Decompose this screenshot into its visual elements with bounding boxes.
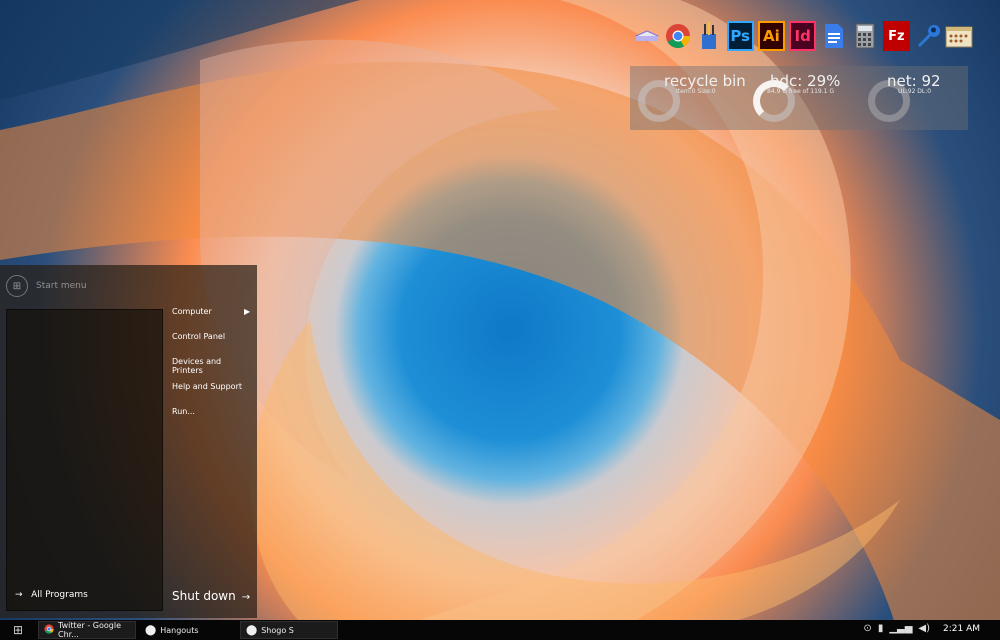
start-menu-links: Computer ▶ Control Panel Devices and Pri… — [172, 307, 252, 432]
start-link-label: Run... — [172, 407, 195, 416]
taskbar-item-hangouts[interactable]: ⬤ Hangouts — [140, 621, 238, 639]
taskbar: ⊞ Twitter - Google Chr... ⬤ Hangouts ⬤ S… — [0, 620, 1000, 640]
wrench-icon[interactable] — [914, 21, 941, 51]
start-link-label: Devices and Printers — [172, 357, 222, 375]
start-link-run[interactable]: Run... — [172, 407, 252, 432]
recycle-bin-widget[interactable]: recycle bin Item:0 Size:0 — [630, 66, 746, 130]
system-tray: ⊙ ▮ ▁▃▅ ◀) — [863, 623, 930, 634]
hdc-widget: hdc: 29% 84.9 G free of 119.1 G — [745, 66, 857, 130]
start-button[interactable]: ⊞ — [10, 622, 26, 638]
system-monitor-widgets: recycle bin Item:0 Size:0 hdc: 29% 84.9 … — [630, 66, 968, 130]
taskbar-item-label: Hangouts — [160, 625, 199, 635]
signal-icon[interactable]: ▁▃▅ — [889, 623, 912, 634]
taskbar-clock[interactable]: 2:21 AM — [943, 624, 980, 634]
indesign-icon[interactable]: Id — [789, 21, 817, 51]
shutdown-arrow-icon[interactable]: → — [242, 592, 250, 603]
hangouts-icon: ⬤ — [145, 624, 157, 636]
taskbar-item-label: Twitter - Google Chr... — [58, 621, 121, 639]
windows-logo-icon: ⊞ — [6, 275, 28, 297]
start-link-control-panel[interactable]: Control Panel — [172, 332, 252, 357]
chrome-icon — [44, 623, 54, 637]
recycle-bin-details: Item:0 Size:0 — [676, 88, 716, 95]
taskbar-item-shogo[interactable]: ⬤ Shogo S — [240, 621, 338, 639]
net-widget: net: 92 UL:92 DL:0 — [860, 66, 972, 130]
start-link-label: Control Panel — [172, 332, 226, 341]
start-link-help-support[interactable]: Help and Support — [172, 382, 252, 407]
desktop-icon-bar: Ps Ai Id Fz — [633, 18, 973, 54]
hangouts-icon: ⬤ — [246, 624, 258, 636]
taskbar-item-twitter-chrome[interactable]: Twitter - Google Chr... — [38, 621, 136, 639]
drive-icon[interactable] — [633, 21, 660, 51]
filezilla-icon[interactable]: Fz — [882, 21, 910, 51]
all-programs-label: All Programs — [31, 590, 88, 600]
document-icon[interactable] — [820, 21, 847, 51]
start-link-computer[interactable]: Computer ▶ — [172, 307, 252, 332]
battery-icon[interactable]: ▮ — [878, 623, 884, 634]
taskbar-item-label: Shogo S — [261, 625, 294, 635]
start-menu-title: Start menu — [36, 281, 87, 291]
shutdown-button[interactable]: Shut down → — [172, 589, 250, 603]
hdc-details: 84.9 G free of 119.1 G — [767, 88, 834, 95]
volume-icon[interactable]: ◀) — [918, 623, 930, 634]
calculator-icon[interactable] — [852, 21, 879, 51]
archive-icon[interactable] — [945, 21, 973, 51]
update-icon[interactable]: ⊙ — [863, 623, 871, 634]
start-link-label: Computer — [172, 307, 212, 316]
chrome-icon[interactable] — [664, 21, 691, 51]
paint-brushes-icon[interactable] — [695, 21, 722, 51]
shutdown-label: Shut down — [172, 589, 236, 603]
all-programs-button[interactable]: → All Programs — [15, 590, 88, 600]
start-link-label: Help and Support — [172, 382, 242, 391]
photoshop-icon[interactable]: Ps — [726, 21, 754, 51]
net-details: UL:92 DL:0 — [898, 88, 932, 95]
illustrator-icon[interactable]: Ai — [757, 21, 786, 51]
start-link-devices-printers[interactable]: Devices and Printers — [172, 357, 252, 382]
start-menu: ⊞ Start menu → All Programs Computer ▶ C… — [0, 265, 257, 618]
program-list-pane[interactable]: → All Programs — [6, 309, 163, 611]
arrow-right-icon: → — [15, 590, 23, 600]
submenu-arrow-icon: ▶ — [244, 307, 251, 316]
